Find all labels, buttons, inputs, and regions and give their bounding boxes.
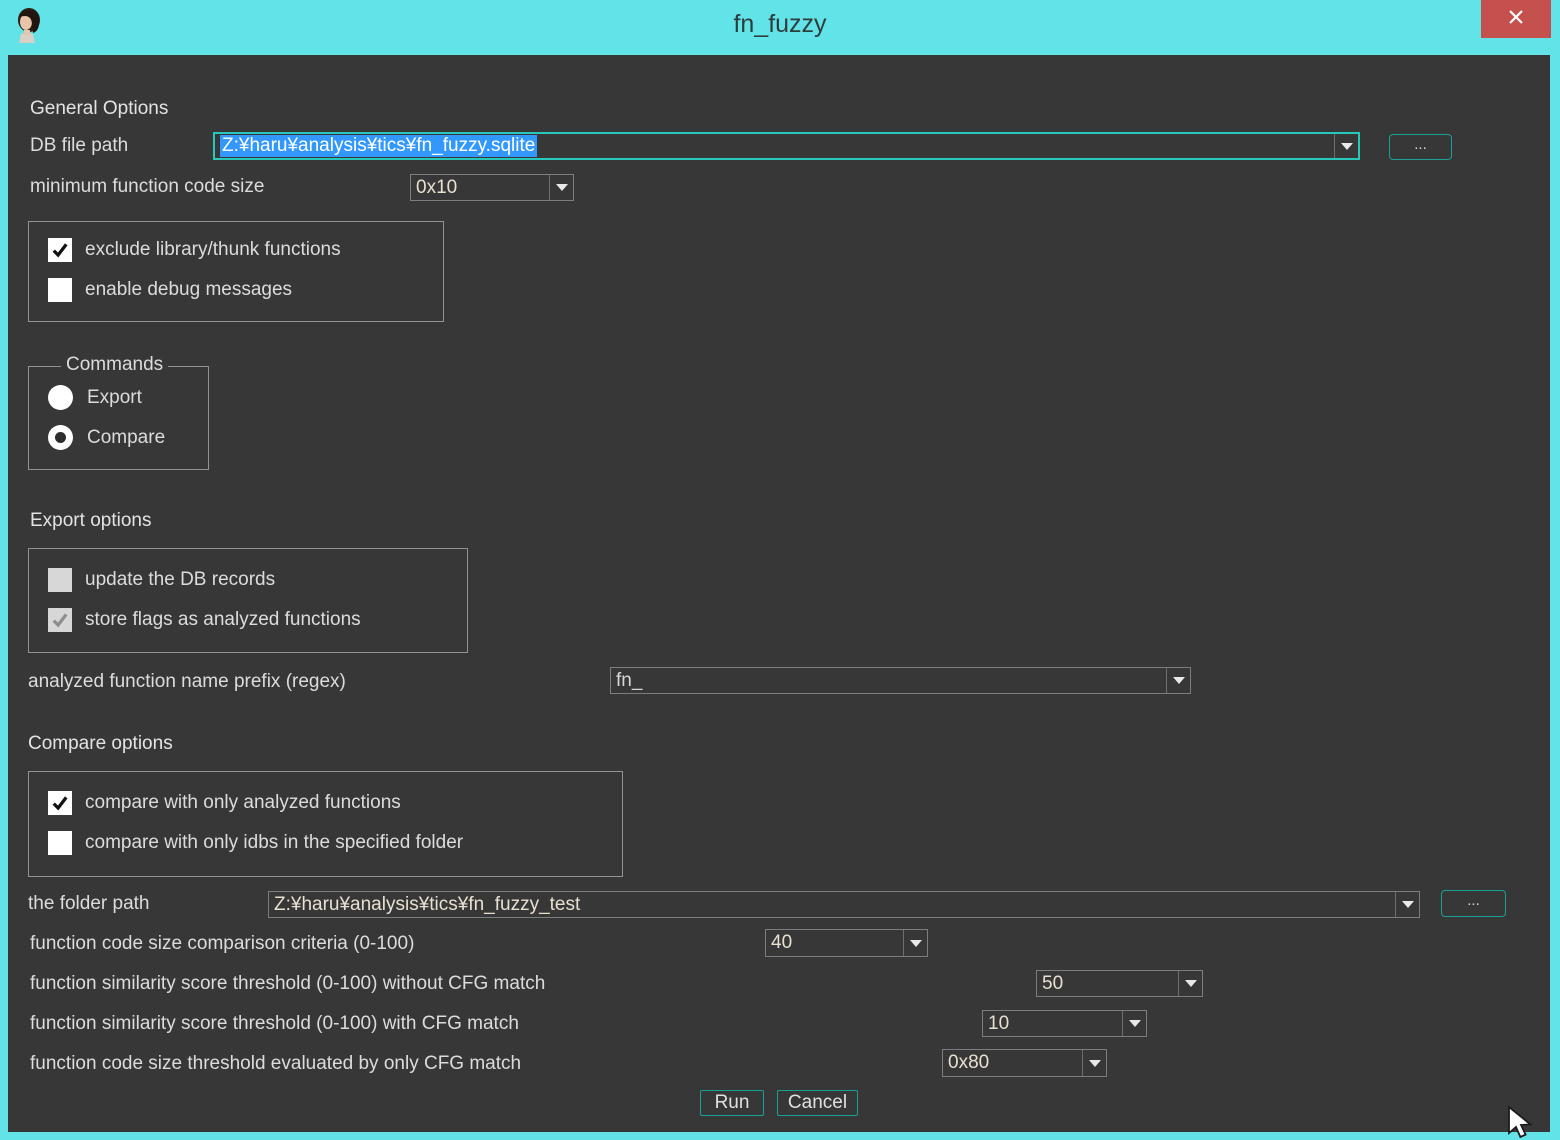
chevron-down-icon bbox=[1185, 980, 1197, 987]
radio-unselected-icon bbox=[48, 385, 73, 410]
criteria-dropdown-with-cfg[interactable]: 10 bbox=[982, 1010, 1147, 1037]
general-options-heading: General Options bbox=[30, 98, 168, 120]
dialog-body: General Options DB file path Z:¥haru¥ana… bbox=[8, 55, 1550, 1132]
folder-path-dropdown-button[interactable] bbox=[1395, 892, 1419, 917]
radio-selected-icon bbox=[48, 425, 73, 450]
criteria-dropdown-only-cfg[interactable]: 0x80 bbox=[942, 1049, 1107, 1077]
min-code-size-label: minimum function code size bbox=[30, 176, 264, 198]
criteria-label: function code size comparison criteria (… bbox=[30, 933, 414, 955]
checkbox-enable-debug[interactable]: enable debug messages bbox=[48, 278, 292, 302]
checkbox-exclude-library[interactable]: exclude library/thunk functions bbox=[48, 238, 341, 262]
checkbox-label: enable debug messages bbox=[85, 279, 292, 301]
chevron-down-button[interactable] bbox=[1178, 971, 1202, 996]
db-browse-button[interactable]: ... bbox=[1389, 134, 1452, 160]
folder-path-value[interactable]: Z:¥haru¥analysis¥tics¥fn_fuzzy_test bbox=[269, 892, 1395, 917]
chevron-down-button[interactable] bbox=[903, 930, 927, 956]
checkbox-label: compare with only idbs in the specified … bbox=[85, 832, 463, 854]
db-file-path-value: Z:¥haru¥analysis¥tics¥fn_fuzzy.sqlite bbox=[220, 135, 537, 157]
chevron-down-button[interactable] bbox=[1082, 1050, 1106, 1076]
criteria-value: 0x80 bbox=[943, 1050, 1082, 1076]
min-code-size-value: 0x10 bbox=[411, 175, 549, 200]
commands-groupbox-title: Commands bbox=[61, 354, 168, 376]
prefix-label: analyzed function name prefix (regex) bbox=[28, 671, 346, 693]
criteria-dropdown-without-cfg[interactable]: 50 bbox=[1036, 970, 1203, 997]
folder-path-combobox[interactable]: Z:¥haru¥analysis¥tics¥fn_fuzzy_test bbox=[268, 891, 1420, 918]
checkbox-label: store flags as analyzed functions bbox=[85, 609, 361, 631]
checkbox-unchecked-icon bbox=[48, 831, 72, 855]
window-title: fn_fuzzy bbox=[0, 10, 1560, 39]
prefix-dropdown-button[interactable] bbox=[1166, 668, 1190, 693]
radio-export[interactable]: Export bbox=[48, 385, 142, 410]
commands-groupbox: Commands bbox=[28, 366, 209, 470]
radio-label: Compare bbox=[87, 427, 165, 449]
criteria-value: 40 bbox=[766, 930, 903, 956]
criteria-label: function similarity score threshold (0-1… bbox=[30, 973, 545, 995]
radio-compare[interactable]: Compare bbox=[48, 425, 165, 450]
mouse-cursor-icon bbox=[1506, 1106, 1540, 1140]
chevron-down-icon bbox=[556, 184, 568, 191]
db-file-path-combobox[interactable]: Z:¥haru¥analysis¥tics¥fn_fuzzy.sqlite bbox=[213, 132, 1360, 160]
export-options-heading: Export options bbox=[30, 510, 151, 532]
chevron-down-icon bbox=[1341, 143, 1353, 150]
db-file-path-dropdown-button[interactable] bbox=[1334, 134, 1358, 158]
close-button[interactable] bbox=[1481, 0, 1551, 38]
checkbox-label: exclude library/thunk functions bbox=[85, 239, 341, 261]
export-checkbox-group bbox=[28, 548, 468, 653]
x-icon bbox=[1507, 8, 1525, 31]
criteria-label: function code size threshold evaluated b… bbox=[30, 1053, 521, 1075]
checkbox-checked-icon bbox=[48, 238, 72, 262]
criteria-value: 50 bbox=[1037, 971, 1178, 996]
folder-browse-button[interactable]: ... bbox=[1441, 890, 1506, 917]
cancel-button[interactable]: Cancel bbox=[777, 1090, 858, 1116]
min-code-size-dropdown-button[interactable] bbox=[549, 175, 573, 200]
prefix-value[interactable]: fn_ bbox=[611, 668, 1166, 693]
db-file-path-edit[interactable]: Z:¥haru¥analysis¥tics¥fn_fuzzy.sqlite bbox=[215, 134, 1334, 158]
min-code-size-dropdown[interactable]: 0x10 bbox=[410, 174, 574, 201]
chevron-down-button[interactable] bbox=[1122, 1011, 1146, 1036]
chevron-down-icon bbox=[1402, 901, 1414, 908]
prefix-combobox[interactable]: fn_ bbox=[610, 667, 1191, 694]
checkbox-compare-analyzed[interactable]: compare with only analyzed functions bbox=[48, 791, 401, 815]
checkbox-label: compare with only analyzed functions bbox=[85, 792, 401, 814]
compare-options-heading: Compare options bbox=[28, 733, 173, 755]
fn-fuzzy-dialog: fn_fuzzy General Options DB file path Z:… bbox=[0, 0, 1560, 1140]
checkbox-unchecked-icon bbox=[48, 278, 72, 302]
general-checkbox-group bbox=[28, 221, 444, 322]
chevron-down-icon bbox=[1129, 1020, 1141, 1027]
criteria-value: 10 bbox=[983, 1011, 1122, 1036]
checkbox-label: update the DB records bbox=[85, 569, 275, 591]
db-file-path-label: DB file path bbox=[30, 135, 128, 157]
checkbox-compare-idbs[interactable]: compare with only idbs in the specified … bbox=[48, 831, 463, 855]
chevron-down-icon bbox=[1173, 677, 1185, 684]
chevron-down-icon bbox=[1089, 1060, 1101, 1067]
checkbox-unchecked-icon bbox=[48, 568, 72, 592]
run-button[interactable]: Run bbox=[700, 1090, 764, 1116]
titlebar[interactable]: fn_fuzzy bbox=[0, 0, 1560, 55]
chevron-down-icon bbox=[910, 940, 922, 947]
checkbox-checked-icon bbox=[48, 791, 72, 815]
checkbox-store-flags[interactable]: store flags as analyzed functions bbox=[48, 608, 361, 632]
criteria-dropdown-code-size[interactable]: 40 bbox=[765, 929, 928, 957]
folder-path-label: the folder path bbox=[28, 893, 149, 915]
checkbox-update-db[interactable]: update the DB records bbox=[48, 568, 275, 592]
criteria-label: function similarity score threshold (0-1… bbox=[30, 1013, 519, 1035]
checkbox-checked-disabled-icon bbox=[48, 608, 72, 632]
radio-label: Export bbox=[87, 387, 142, 409]
compare-checkbox-group bbox=[28, 771, 623, 877]
